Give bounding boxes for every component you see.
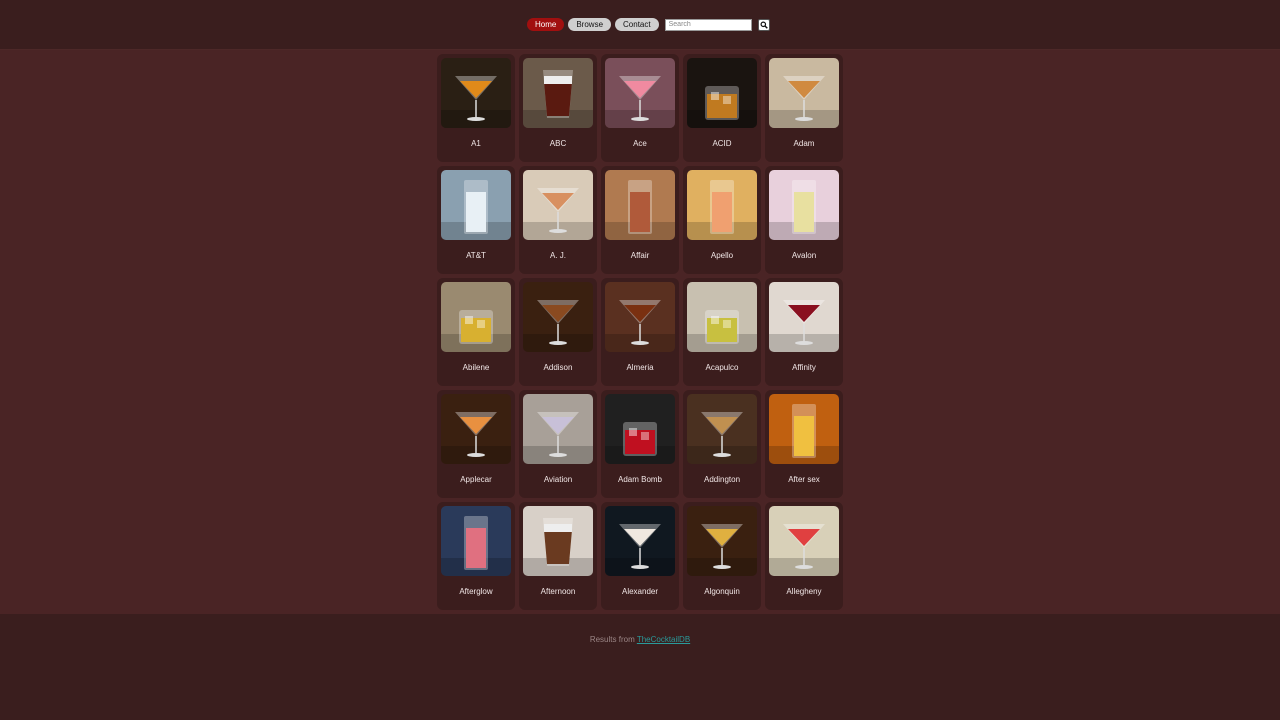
cocktail-thumbnail[interactable] (769, 506, 839, 576)
cocktail-card[interactable]: Addison (519, 278, 597, 386)
cocktail-card[interactable]: Adam (765, 54, 843, 162)
nav-bar: Home Browse Contact (527, 18, 770, 31)
cocktail-name: Avalon (791, 251, 817, 260)
search-input[interactable] (664, 18, 752, 31)
footer: Results from TheCocktailDB (0, 614, 1280, 720)
cocktail-name: Addison (543, 363, 573, 372)
cocktail-card[interactable]: Ace (601, 54, 679, 162)
cocktail-card[interactable]: A1 (437, 54, 515, 162)
cocktail-card[interactable]: ABC (519, 54, 597, 162)
cocktail-thumbnail[interactable] (441, 282, 511, 352)
cocktail-thumbnail[interactable] (523, 394, 593, 464)
cocktail-name: Afternoon (540, 587, 576, 596)
cocktail-name: Aviation (543, 475, 573, 484)
cocktail-name: Adam (793, 139, 815, 148)
cocktail-thumbnail[interactable] (687, 506, 757, 576)
cocktail-thumbnail[interactable] (605, 58, 675, 128)
cocktail-name: Acapulco (705, 363, 739, 372)
cocktail-name: Addington (703, 475, 741, 484)
cocktail-name: Algonquin (704, 587, 740, 596)
cocktail-name: Affair (630, 251, 650, 260)
cocktail-card[interactable]: Affinity (765, 278, 843, 386)
thecocktaildb-link[interactable]: TheCocktailDB (637, 635, 690, 644)
cocktail-name: Affinity (792, 363, 816, 372)
cocktail-name: Ace (633, 139, 647, 148)
cocktail-name: A. J. (549, 251, 566, 260)
cocktail-card[interactable]: Allegheny (765, 502, 843, 610)
footer-prefix: Results from (589, 635, 635, 644)
cocktail-thumbnail[interactable] (769, 58, 839, 128)
cocktail-thumbnail[interactable] (605, 506, 675, 576)
cocktail-card[interactable]: ACID (683, 54, 761, 162)
cocktail-name: Applecar (460, 475, 492, 484)
cocktail-card[interactable]: Applecar (437, 390, 515, 498)
cocktail-name: Allegheny (786, 587, 822, 596)
cocktail-name: Adam Bomb (617, 475, 663, 484)
header: Home Browse Contact (0, 0, 1280, 50)
cocktail-card[interactable]: AT&T (437, 166, 515, 274)
footer-credit: Results from TheCocktailDB (0, 635, 1280, 644)
cocktail-name: Almeria (626, 363, 654, 372)
cocktail-thumbnail[interactable] (769, 170, 839, 240)
cocktail-grid: A1 ABC Ace ACID Adam AT&T A. J. Affair Apello Ava… (437, 54, 843, 610)
cocktail-name: Apello (710, 251, 734, 260)
cocktail-card[interactable]: Addington (683, 390, 761, 498)
cocktail-thumbnail[interactable] (605, 170, 675, 240)
cocktail-card[interactable]: Adam Bomb (601, 390, 679, 498)
cocktail-name: Abilene (462, 363, 490, 372)
cocktail-name: After sex (788, 475, 820, 484)
cocktail-card[interactable]: Alexander (601, 502, 679, 610)
browse-button[interactable]: Browse (568, 18, 612, 31)
cocktail-card[interactable]: Aviation (519, 390, 597, 498)
cocktail-card[interactable]: A. J. (519, 166, 597, 274)
search-icon (760, 20, 768, 29)
cocktail-name: Alexander (621, 587, 659, 596)
cocktail-card[interactable]: Avalon (765, 166, 843, 274)
cocktail-card[interactable]: Abilene (437, 278, 515, 386)
cocktail-thumbnail[interactable] (441, 394, 511, 464)
cocktail-thumbnail[interactable] (687, 282, 757, 352)
cocktail-card[interactable]: Afterglow (437, 502, 515, 610)
cocktail-name: AT&T (466, 251, 486, 260)
results-area: A1 ABC Ace ACID Adam AT&T A. J. Affair Apello Ava… (0, 50, 1280, 614)
cocktail-card[interactable]: Acapulco (683, 278, 761, 386)
cocktail-thumbnail[interactable] (605, 282, 675, 352)
cocktail-thumbnail[interactable] (441, 170, 511, 240)
cocktail-name: ACID (712, 139, 732, 148)
cocktail-thumbnail[interactable] (769, 394, 839, 464)
cocktail-card[interactable]: Affair (601, 166, 679, 274)
cocktail-card[interactable]: Algonquin (683, 502, 761, 610)
cocktail-thumbnail[interactable] (523, 170, 593, 240)
cocktail-card[interactable]: After sex (765, 390, 843, 498)
cocktail-thumbnail[interactable] (523, 506, 593, 576)
cocktail-thumbnail[interactable] (687, 58, 757, 128)
cocktail-thumbnail[interactable] (605, 394, 675, 464)
search-button[interactable] (757, 18, 770, 31)
home-button[interactable]: Home (527, 18, 565, 31)
cocktail-thumbnail[interactable] (441, 58, 511, 128)
cocktail-card[interactable]: Apello (683, 166, 761, 274)
cocktail-name: A1 (471, 139, 481, 148)
cocktail-card[interactable]: Almeria (601, 278, 679, 386)
cocktail-name: ABC (549, 139, 567, 148)
cocktail-thumbnail[interactable] (687, 170, 757, 240)
cocktail-thumbnail[interactable] (687, 394, 757, 464)
cocktail-thumbnail[interactable] (523, 282, 593, 352)
cocktail-card[interactable]: Afternoon (519, 502, 597, 610)
cocktail-thumbnail[interactable] (441, 506, 511, 576)
cocktail-name: Afterglow (459, 587, 493, 596)
contact-button[interactable]: Contact (615, 18, 659, 31)
cocktail-thumbnail[interactable] (523, 58, 593, 128)
cocktail-thumbnail[interactable] (769, 282, 839, 352)
